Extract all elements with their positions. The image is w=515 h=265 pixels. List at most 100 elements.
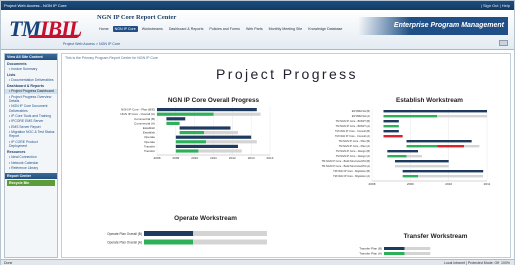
sidebar-item-ip-core-tools-and-training[interactable]: • IP Core Tools and Training bbox=[5, 113, 57, 118]
chart-title: NGN IP Core Overall Progress bbox=[168, 97, 260, 104]
x-tick-label: 2014 bbox=[267, 156, 274, 160]
zoom-level[interactable]: 100% bbox=[501, 261, 510, 265]
category-label: TM NGN IP Core - Build Structure/ATA (B) bbox=[322, 159, 371, 163]
bar-navy bbox=[175, 144, 238, 148]
breadcrumb[interactable]: Project Web Access > NGN IP Core bbox=[63, 42, 120, 46]
category-label: ESTABLISH (A) bbox=[352, 114, 370, 118]
nav-item-workstreams[interactable]: Workstreams bbox=[140, 26, 165, 32]
bar-green bbox=[384, 252, 405, 255]
bar-green bbox=[166, 121, 180, 125]
category-label: TM NGN IP Core - Plan (B) bbox=[339, 139, 371, 143]
nav-item-knowledge-database[interactable]: Knowledge Database bbox=[306, 26, 344, 32]
bar-navy bbox=[175, 135, 252, 139]
bar-grey bbox=[418, 175, 484, 178]
category-label: Transfer Plan (B) bbox=[359, 246, 382, 250]
bar-grey bbox=[204, 131, 238, 135]
quick-launch-sidebar: View All Site Content Documents • Invoic… bbox=[4, 53, 58, 258]
category-label: Commercial (B) bbox=[134, 117, 155, 121]
bar-grey bbox=[437, 115, 487, 118]
nav-item-home[interactable]: Home bbox=[97, 26, 111, 32]
sidebar-item-ip-core-product-deployment[interactable]: • IP CORE Product Deployment bbox=[5, 139, 57, 149]
bar-navy bbox=[395, 160, 449, 163]
bar-grey bbox=[193, 231, 267, 236]
x-tick-label: 2011 bbox=[210, 156, 217, 160]
category-label: Operate bbox=[144, 135, 155, 139]
nav-item-dashboard-reports[interactable]: Dashboard & Reports bbox=[167, 26, 206, 32]
bar-grey bbox=[213, 112, 261, 116]
site-header: TMIBIL NGN IP Core Report Center Home NGN… bbox=[1, 10, 514, 50]
category-label: TM NGN IP Core - Plan (A) bbox=[339, 144, 371, 148]
bar-red bbox=[383, 135, 403, 138]
bar-grey bbox=[406, 155, 422, 158]
app-title: NGN IP Core Report Center bbox=[97, 14, 177, 21]
category-label: TM NGN IP Core - Migration (A) bbox=[333, 174, 370, 178]
category-label: ESTABLISH (B) bbox=[352, 109, 370, 113]
bar-grey bbox=[404, 252, 431, 255]
bar-navy bbox=[157, 108, 257, 112]
bar-navy bbox=[383, 110, 487, 113]
bar-green bbox=[157, 112, 214, 116]
x-tick-label: 2010 bbox=[191, 156, 198, 160]
bar-grey bbox=[198, 149, 242, 153]
bar-green bbox=[383, 115, 438, 118]
x-tick-label: 2008 bbox=[369, 182, 376, 186]
sidebar-item-project-progress-dashboard[interactable]: • Project Progress Dashboard bbox=[5, 88, 57, 95]
category-label: Commercial (A) bbox=[134, 121, 155, 125]
status-bar: Done Local intranet | Protected Mode: Of… bbox=[1, 259, 514, 265]
category-label: Operate Plan Overall (B) bbox=[107, 232, 142, 236]
charts-canvas: NGN IP Core Overall Progress 2008 2009 2010… bbox=[107, 97, 491, 255]
bar-green bbox=[175, 140, 206, 144]
x-tick-label: 2009 bbox=[172, 156, 179, 160]
x-tick-label: 2008 bbox=[154, 156, 161, 160]
category-label: TM NGN IP Core - Design (A) bbox=[336, 154, 370, 158]
bar-navy bbox=[166, 117, 186, 121]
category-label: Operate bbox=[144, 140, 155, 144]
nav-item-policies-and-forms[interactable]: Policies and Forms bbox=[207, 26, 242, 32]
category-label: TM NGN IP Core - Consult (A) bbox=[335, 134, 370, 138]
category-label: NGN IP Core - Plan (B/E) bbox=[121, 108, 155, 112]
bar-grey bbox=[205, 140, 257, 144]
logo-swoosh-icon bbox=[28, 35, 80, 38]
sidebar-item-documentation-deliverables[interactable]: • Documentation Deliverables bbox=[5, 77, 57, 82]
window-title: Project Web Access - NGN IP Core bbox=[4, 3, 67, 8]
recycle-bin-link[interactable]: Recycle Bin bbox=[7, 179, 55, 186]
bar-grey bbox=[193, 239, 267, 245]
sidebar-item-ngn-ip-core-document-deliverables[interactable]: • NGN IP Core Document Deliverables bbox=[5, 104, 57, 114]
sidebar-item-migration-noc-test-status-report[interactable]: • Migration NOC & Test Status Report bbox=[5, 130, 57, 140]
bar-navy bbox=[406, 140, 472, 143]
nav-item-ngn-ip-core[interactable]: NGN IP Core bbox=[112, 26, 138, 32]
bar-navy bbox=[402, 170, 484, 173]
category-label: TM NGN IP Core - BOM/T (A) bbox=[336, 124, 370, 128]
bar-green bbox=[387, 155, 407, 158]
bar-grey bbox=[404, 247, 431, 250]
chart-title: Establish Workstream bbox=[396, 97, 463, 104]
category-label: TM NGN IP Core - Migration (B) bbox=[333, 169, 370, 173]
category-label: TM NGN IP Core - Build Structure/ATA (A) bbox=[322, 164, 371, 168]
top-navigation: Home NGN IP Core Workstreams Dashboard & Re… bbox=[97, 26, 344, 32]
category-label: TM NGN IP Core - BOM/T (B) bbox=[336, 119, 370, 123]
browser-window: Project Web Access - NGN IP Core | Sign … bbox=[0, 0, 515, 265]
category-label: Transfer bbox=[144, 149, 155, 153]
category-label: NGN IP Core - Overall (A) bbox=[120, 112, 155, 116]
sidebar-item-project-progress-overview-details[interactable]: • Project Progress Overview Details bbox=[5, 94, 57, 104]
status-text: Done bbox=[4, 261, 13, 265]
tm-logo[interactable]: TMIBIL bbox=[9, 16, 82, 42]
title-bar: Project Web Access - NGN IP Core | Sign … bbox=[1, 1, 514, 10]
enterprise-banner: Enterprise Program Management bbox=[358, 17, 508, 35]
settings-icon[interactable] bbox=[499, 40, 508, 46]
bar-green bbox=[144, 239, 194, 245]
category-label: TM NGN IP Core - Design (B) bbox=[336, 149, 370, 153]
report-center-link[interactable]: Report Center bbox=[5, 172, 57, 179]
sidebar-item-reference-library[interactable]: • Reference Library bbox=[5, 166, 57, 171]
x-tick-label: 2012 bbox=[229, 156, 236, 160]
x-tick-label: 2009 bbox=[407, 182, 414, 186]
bar-navy bbox=[387, 150, 418, 153]
bar-green bbox=[383, 125, 399, 128]
zone-text: Local intranet | Protected Mode: Off bbox=[443, 261, 500, 265]
nav-item-web-parts[interactable]: Web Parts bbox=[244, 26, 265, 32]
bar-red bbox=[437, 145, 464, 148]
nav-item-monthly-meeting-site[interactable]: Monthly Meeting Site bbox=[267, 26, 305, 32]
bar-navy bbox=[383, 120, 399, 123]
top-links[interactable]: | Sign Out | Help bbox=[481, 1, 510, 10]
bar-green bbox=[406, 145, 438, 148]
